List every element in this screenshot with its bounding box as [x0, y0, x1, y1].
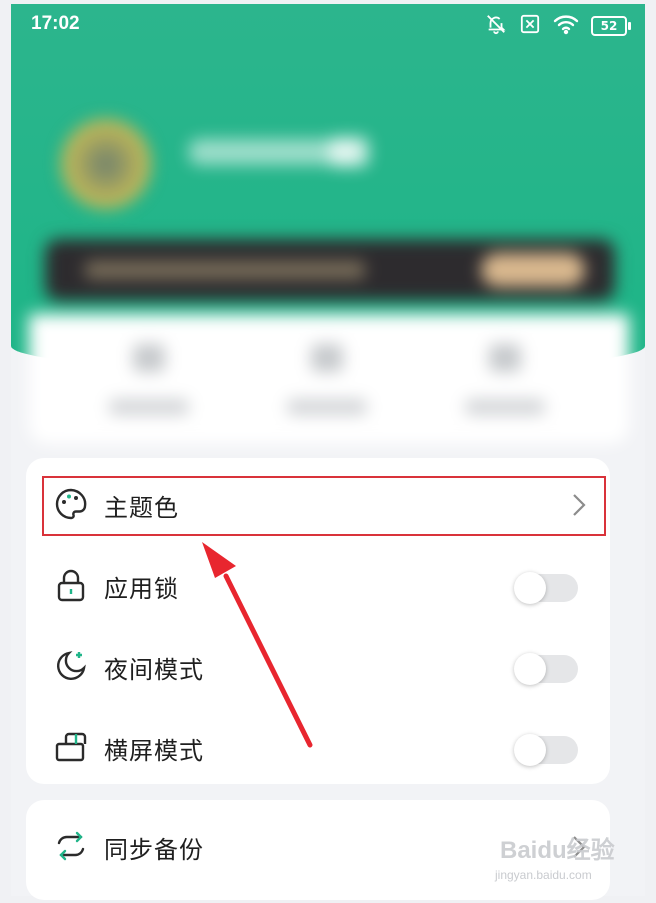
wifi-icon	[553, 13, 579, 39]
level-badge	[329, 137, 369, 167]
stat-item[interactable]	[287, 344, 367, 424]
stats-panel	[29, 314, 629, 444]
night-mode-toggle[interactable]	[514, 653, 578, 685]
stat-item[interactable]	[109, 344, 189, 424]
settings-row-landscape-mode: 横屏模式	[26, 707, 610, 789]
app-lock-toggle[interactable]	[514, 572, 578, 604]
settings-row-label: 夜间模式	[104, 656, 204, 684]
lock-icon	[54, 568, 88, 602]
status-icons: 52	[485, 13, 631, 39]
vip-banner-text	[85, 261, 365, 279]
bell-muted-icon	[485, 13, 507, 39]
moon-icon	[54, 649, 88, 683]
highlight-box	[42, 476, 606, 536]
stat-item[interactable]	[465, 344, 545, 424]
toggle-knob	[514, 572, 546, 604]
vip-open-button[interactable]	[481, 253, 585, 287]
toggle-knob	[514, 653, 546, 685]
settings-row-night-mode: 夜间模式	[26, 626, 610, 708]
battery-indicator: 52	[591, 16, 631, 36]
watermark-url: jingyan.baidu.com	[495, 868, 592, 882]
status-time: 17:02	[31, 13, 80, 34]
settings-row-label: 横屏模式	[104, 737, 204, 765]
settings-row-label: 同步备份	[104, 836, 204, 864]
profile-card-blurred	[29, 99, 629, 444]
baidu-watermark: Baidu经验	[500, 837, 615, 864]
landscape-icon	[54, 730, 88, 764]
settings-row-app-lock: 应用锁	[26, 545, 610, 627]
vip-banner[interactable]	[45, 239, 615, 301]
sync-icon	[54, 829, 88, 863]
status-bar: 17:02 52	[11, 4, 645, 48]
avatar[interactable]	[61, 119, 151, 209]
landscape-mode-toggle[interactable]	[514, 734, 578, 766]
toggle-knob	[514, 734, 546, 766]
settings-row-label: 应用锁	[104, 575, 179, 603]
sim-icon	[519, 14, 541, 38]
